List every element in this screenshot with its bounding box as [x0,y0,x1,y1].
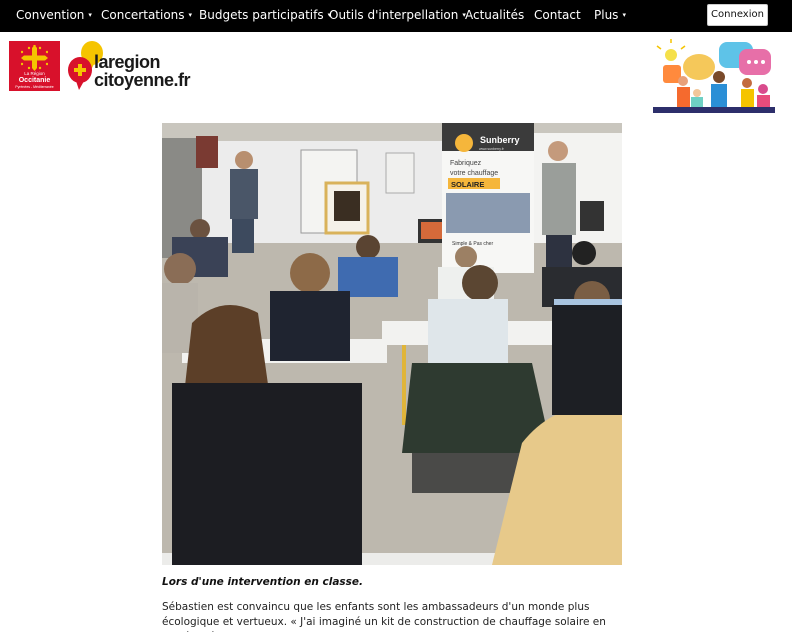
classroom-scene: Sunberry www.sunberry.fr Fabriquez votre… [162,123,622,565]
nav-label: Outils d'interpellation [329,8,459,22]
banner-line1: Fabriquez [450,160,482,167]
nav-item-outils[interactable]: Outils d'interpellation ▾ [329,0,466,32]
nav-label: Plus [594,8,619,22]
nav-label: Budgets participatifs [199,8,324,22]
banner-line4: Simple & Pas cher [452,241,493,247]
banner-url: www.sunberry.fr [479,147,505,151]
nav-item-concertations[interactable]: Concertations ▾ [101,0,192,32]
region-logo-line3: Pyrénées - Méditerranée [15,85,54,89]
nav-label: Contact [534,8,581,22]
banner-line2: votre chauffage [450,170,498,177]
top-nav: Convention ▾ Concertations ▾ Budgets parti… [0,0,792,32]
caret-down-icon: ▾ [622,11,626,19]
nav-item-actualites[interactable]: Actualités [465,0,524,32]
region-logo-line1: La Région [24,71,45,76]
nav-item-budgets[interactable]: Budgets participatifs ▾ [199,0,331,32]
laregion-citoyenne-logo[interactable]: laregion citoyenne.fr [67,40,191,96]
classroom-photo: Sunberry www.sunberry.fr Fabriquez votre… [162,123,622,565]
photo-caption: Lors d'une intervention en classe. [162,576,364,588]
nav-item-contact[interactable]: Contact [534,0,581,32]
region-occitanie-logo[interactable]: La Région Occitanie Pyrénées - Méditerra… [9,41,60,91]
brand-line2: citoyenne.fr [94,70,191,90]
region-logo-line2: Occitanie [18,77,51,84]
nav-label: Concertations [101,8,185,22]
nav-item-plus[interactable]: Plus ▾ [594,0,626,32]
occitan-cross-icon [21,45,48,71]
people-discussion-illustration [653,39,775,113]
nav-label: Actualités [465,8,525,22]
caret-down-icon: ▾ [88,11,92,19]
banner-line3: SOLAIRE [451,180,484,189]
login-button[interactable]: Connexion [707,4,768,26]
nav-label: Convention [16,8,85,22]
article-paragraph: Sébastien est convaincu que les enfants … [162,601,606,632]
caret-down-icon: ▾ [188,11,193,19]
nav-item-convention[interactable]: Convention ▾ [16,0,92,32]
banner-brand: Sunberry [480,135,520,145]
